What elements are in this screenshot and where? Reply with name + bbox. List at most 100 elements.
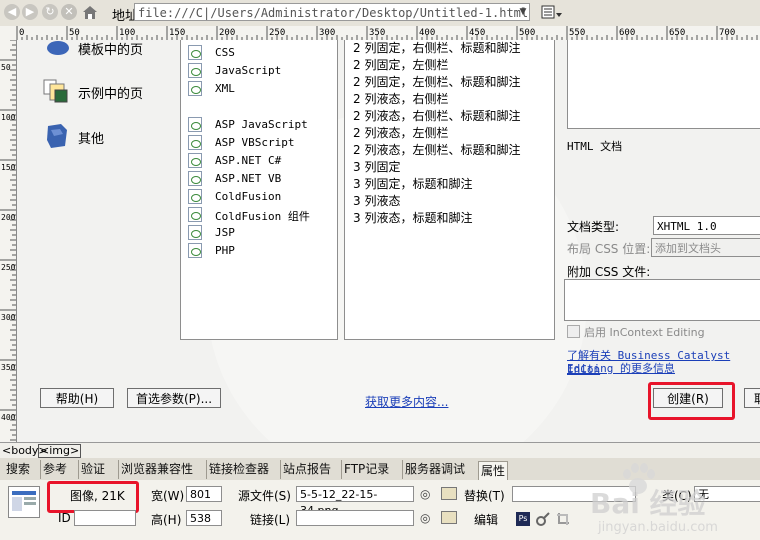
layout-item[interactable]: 3 列固定，标题和脚注: [353, 175, 472, 192]
ruler-label: 150: [169, 28, 185, 38]
doc-type-item[interactable]: ColdFusion 组件: [188, 207, 310, 224]
link-input[interactable]: [296, 510, 414, 526]
folder-icon[interactable]: [441, 487, 457, 500]
layout-item[interactable]: 2 列固定，左侧栏、标题和脚注: [353, 73, 520, 90]
layout-css-select[interactable]: 添加到文档头: [651, 238, 760, 257]
layout-css-label: 布局 CSS 位置:: [567, 242, 651, 256]
id-label: ID: [58, 511, 71, 525]
get-more-content-link[interactable]: 获取更多内容...: [365, 393, 448, 410]
doc-type-item[interactable]: ASP.NET VB: [188, 171, 281, 186]
ruler-label: 250: [1, 263, 16, 272]
category-sample-page[interactable]: 示例中的页: [78, 83, 143, 102]
ruler-label: 550: [569, 28, 585, 38]
ruler-label: 300: [319, 28, 335, 38]
help-button[interactable]: 帮助(H): [40, 388, 114, 408]
tab-link-checker[interactable]: 链接检查器: [206, 460, 271, 479]
layout-item[interactable]: 2 列液态，右侧栏、标题和脚注: [353, 107, 520, 124]
ruler-label: 200: [219, 28, 235, 38]
back-arrow-icon[interactable]: ◀: [4, 4, 20, 20]
file-icon: [188, 63, 202, 78]
watermark-text: Bai 经验: [590, 487, 706, 520]
doc-type-item[interactable]: CSS: [188, 45, 235, 60]
doc-type-item[interactable]: PHP: [188, 243, 235, 258]
address-dropdown-icon[interactable]: ▼: [516, 4, 530, 20]
layout-item[interactable]: 3 列液态，标题和脚注: [353, 209, 472, 226]
photoshop-icon[interactable]: Ps: [516, 512, 530, 526]
file-icon: [188, 171, 202, 186]
tab-site-reports[interactable]: 站点报告: [280, 460, 333, 479]
attach-css-list[interactable]: [564, 279, 760, 321]
refresh-icon[interactable]: ↻: [42, 4, 58, 20]
layout-item[interactable]: 2 列固定，左侧栏: [353, 56, 448, 73]
optimize-icon[interactable]: [536, 512, 550, 526]
src-input[interactable]: 5-5-12_22-15-34.png: [296, 486, 414, 517]
crop-icon[interactable]: [556, 512, 570, 526]
stop-icon[interactable]: ✕: [61, 4, 77, 20]
category-other[interactable]: 其他: [78, 128, 104, 147]
doc-type-item[interactable]: JavaScript: [188, 63, 281, 78]
new-document-dialog: 模板中的页 示例中的页 其他 CSS JavaScript XML ASP Ja…: [17, 40, 760, 442]
width-input[interactable]: 801: [186, 486, 222, 502]
tab-ftp-log[interactable]: FTP记录: [341, 460, 391, 479]
browser-toolbar: ◀ ▶ ↻ ✕ 地址: file:///C|/Users/Administrat…: [0, 0, 760, 27]
tab-search[interactable]: 搜索: [4, 460, 32, 479]
preferences-button[interactable]: 首选参数(P)...: [127, 388, 221, 408]
tag-selector-bar: <body> <img>: [0, 442, 760, 459]
category-template-page[interactable]: 模板中的页: [78, 40, 143, 58]
learn-more-link-2[interactable]: Editing 的更多信息: [567, 360, 675, 376]
doc-type-item[interactable]: JSP: [188, 225, 235, 240]
doc-type-item[interactable]: ColdFusion: [188, 189, 281, 204]
ruler-label: 600: [619, 28, 635, 38]
cancel-button[interactable]: 取: [744, 388, 760, 408]
baidu-watermark: Bai 经验 jingyan.baidu.com: [590, 462, 760, 540]
tab-server-debug[interactable]: 服务器调试: [402, 460, 467, 479]
doc-type-item[interactable]: ASP VBScript: [188, 135, 294, 150]
layout-item[interactable]: 2 列液态，左侧栏: [353, 124, 448, 141]
document-type-list: CSS JavaScript XML ASP JavaScript ASP VB…: [180, 40, 338, 340]
forward-arrow-icon[interactable]: ▶: [22, 4, 38, 20]
edit-label: 编辑: [474, 513, 499, 527]
incontext-label: 启用 InContext Editing: [584, 326, 705, 339]
vertical-ruler: 50 100 150 200 250 300 350 400: [0, 40, 17, 442]
height-label: 高(H): [151, 513, 182, 527]
id-input[interactable]: [74, 510, 136, 526]
point-to-file-icon-2[interactable]: ◎: [420, 511, 430, 525]
alt-label: 替换(T): [464, 489, 505, 503]
ruler-label: 200: [1, 213, 16, 222]
file-icon: [188, 45, 202, 60]
folder-icon-2[interactable]: [441, 511, 457, 524]
home-icon[interactable]: [82, 4, 98, 20]
highlight-image-info: [47, 481, 139, 513]
ruler-label: 0: [19, 28, 24, 38]
layout-item[interactable]: 2 列固定，右侧栏、标题和脚注: [353, 40, 520, 56]
doctype-select[interactable]: XHTML 1.0 Transit: [653, 216, 760, 252]
layout-item[interactable]: 2 列液态，右侧栏: [353, 90, 448, 107]
layout-item[interactable]: 3 列固定: [353, 158, 400, 175]
doc-type-item[interactable]: ASP JavaScript: [188, 117, 308, 132]
attach-css-label: 附加 CSS 文件:: [567, 265, 651, 279]
file-icon: [188, 135, 202, 150]
doctype-label: 文档类型:: [567, 220, 620, 234]
doc-type-item[interactable]: ASP.NET C#: [188, 153, 281, 168]
incontext-checkbox[interactable]: [567, 325, 580, 338]
address-input[interactable]: file:///C|/Users/Administrator/Desktop/U…: [134, 3, 530, 21]
tag-img[interactable]: <img>: [38, 444, 82, 458]
layout-item[interactable]: 3 列液态: [353, 192, 400, 209]
ruler-label: 350: [1, 363, 16, 372]
ruler-label: 300: [1, 313, 16, 322]
image-thumbnail-icon: [8, 486, 40, 518]
tab-properties[interactable]: 属性: [478, 461, 509, 481]
ruler-label: 700: [719, 28, 735, 38]
doc-type-item[interactable]: XML: [188, 81, 235, 96]
layout-preview: [567, 40, 760, 129]
link-label: 链接(L): [250, 513, 291, 527]
layout-item[interactable]: 2 列液态，左侧栏、标题和脚注: [353, 141, 520, 158]
ruler-label: 500: [519, 28, 535, 38]
point-to-file-icon[interactable]: ◎: [420, 487, 430, 501]
height-input[interactable]: 538: [186, 510, 222, 526]
tab-reference[interactable]: 参考: [40, 460, 69, 479]
tab-validation[interactable]: 验证: [78, 460, 107, 479]
template-page-icon: [45, 40, 69, 60]
tab-browser-compat[interactable]: 浏览器兼容性: [118, 460, 195, 479]
view-options-icon[interactable]: [541, 4, 563, 20]
